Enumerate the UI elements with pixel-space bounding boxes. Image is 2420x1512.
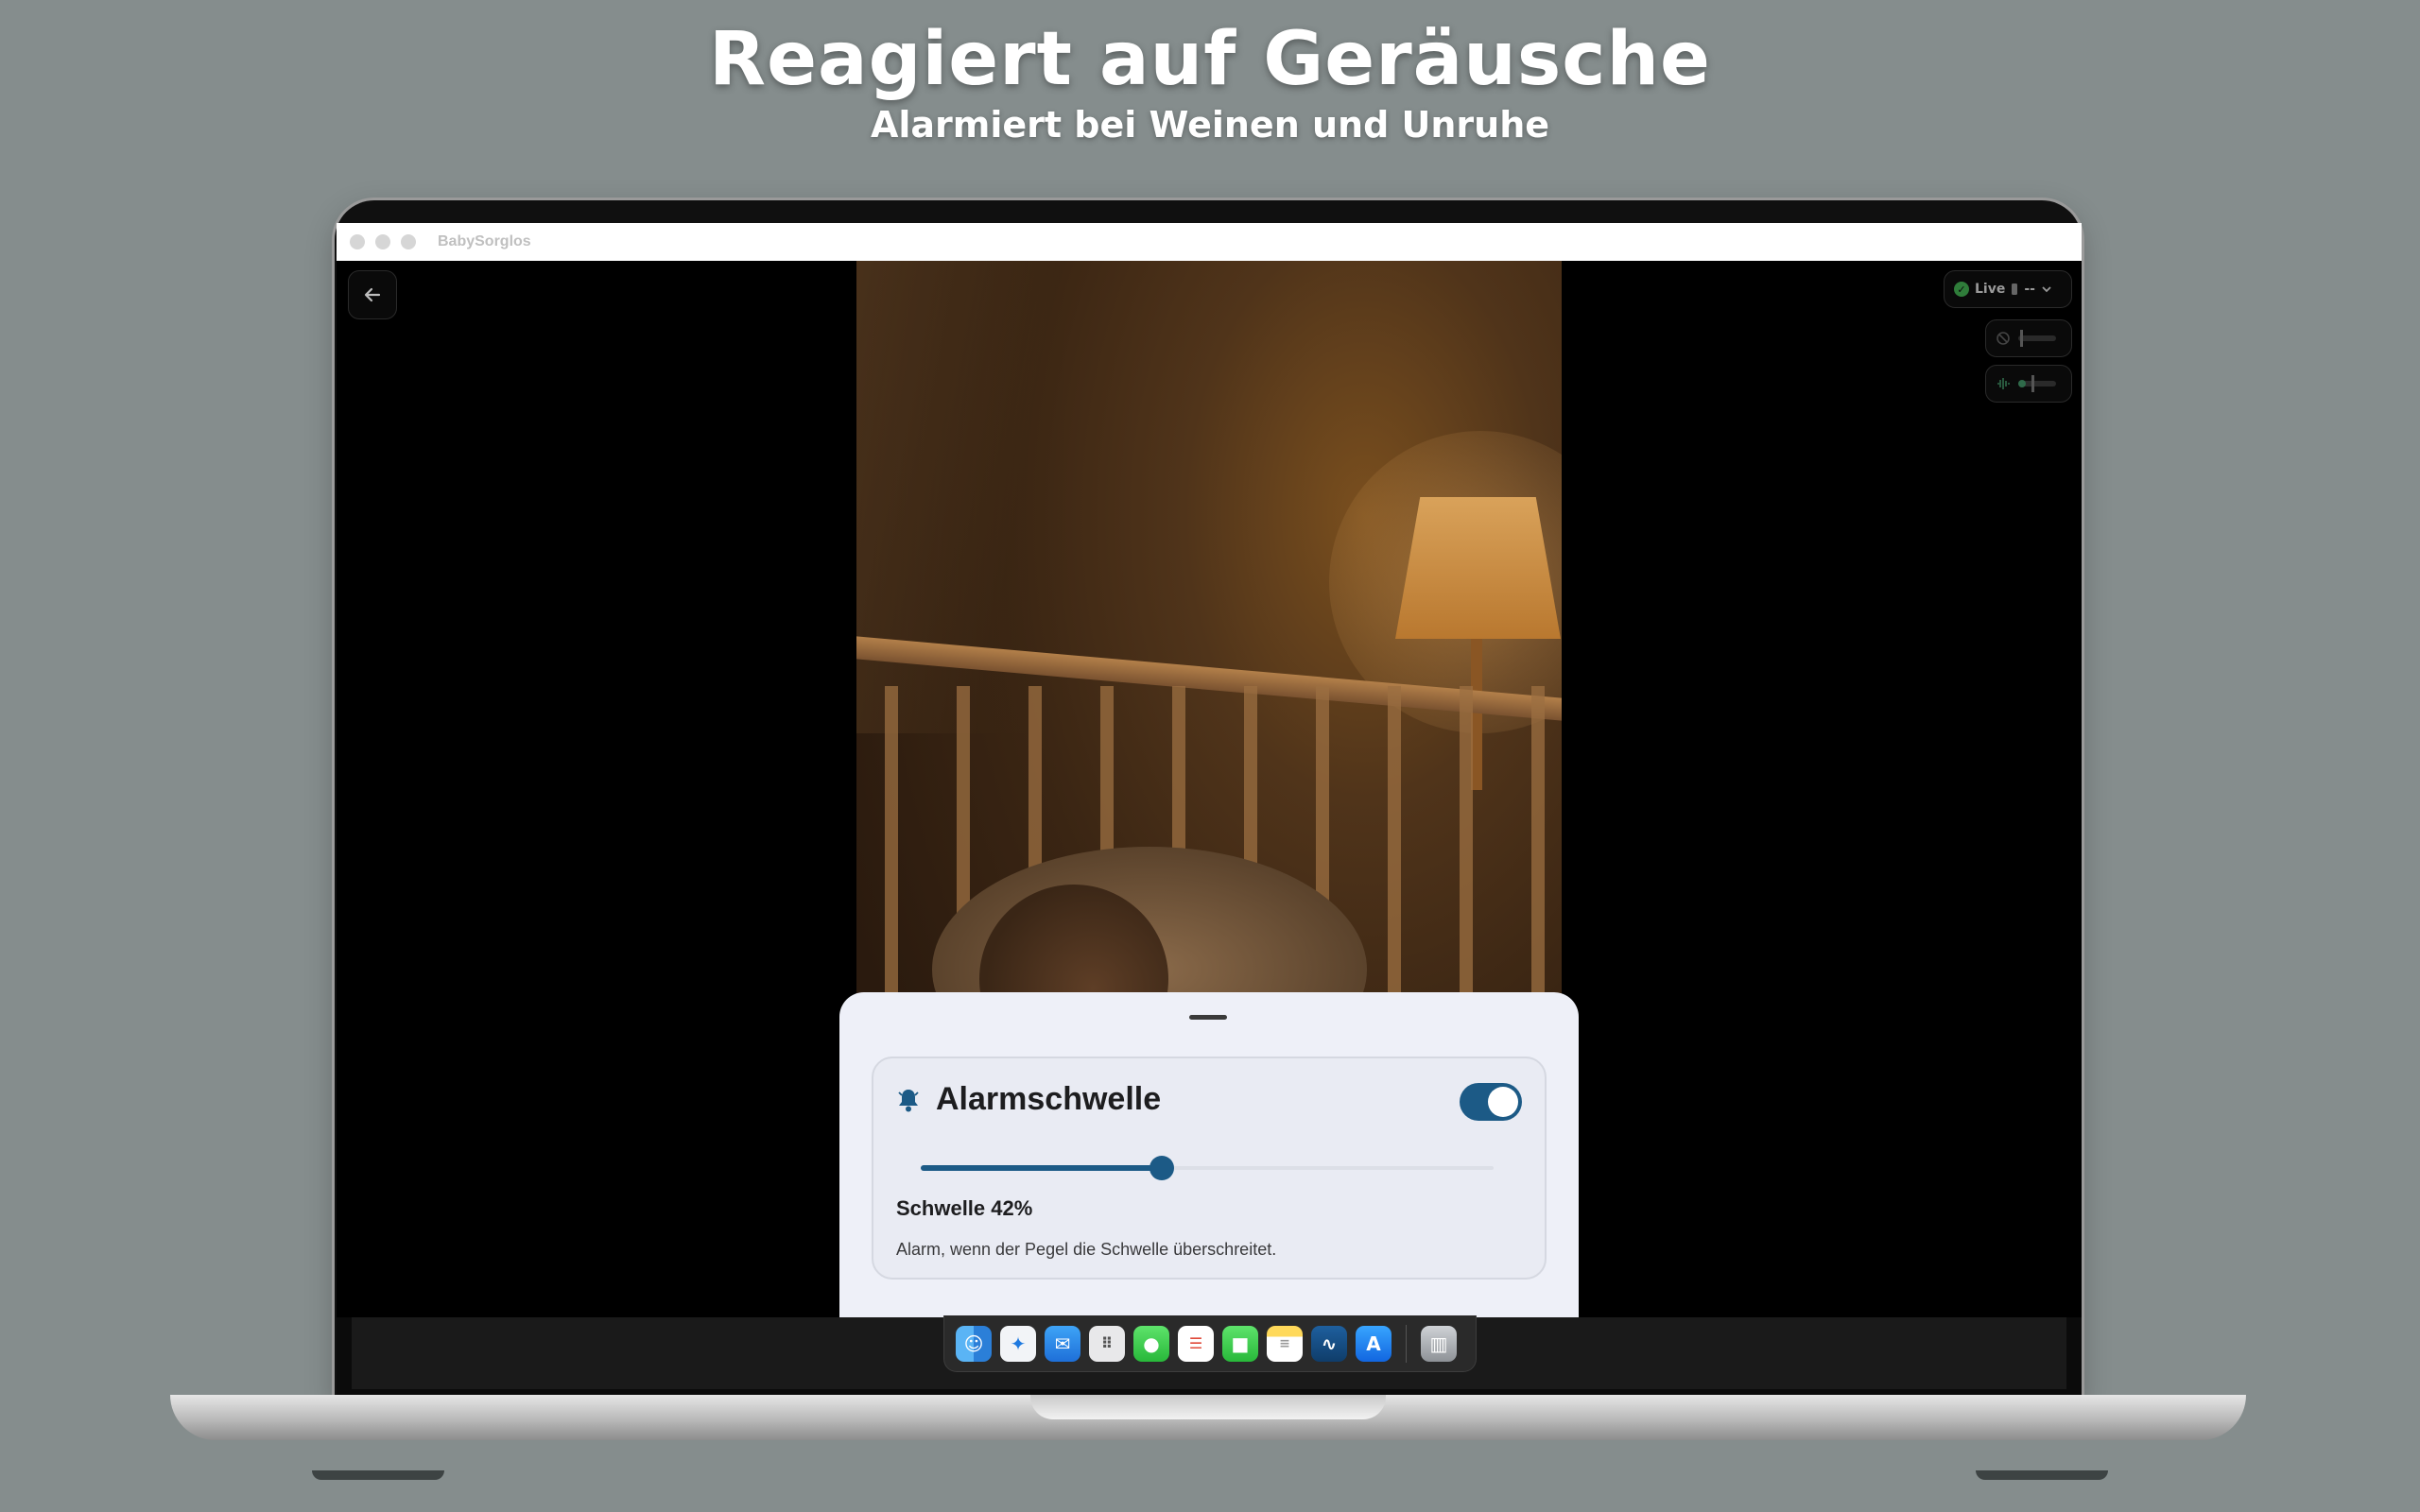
promo-subheadline: Alarmiert bei Weinen und Unruhe	[870, 104, 1550, 146]
laptop-foot-right	[1976, 1470, 2108, 1480]
sheet-grabber[interactable]	[1189, 1015, 1227, 1020]
minimize-window-button[interactable]	[375, 234, 390, 249]
notes-icon[interactable]: ≡	[1267, 1325, 1303, 1362]
threshold-slider[interactable]	[921, 1156, 1494, 1180]
alarm-bottom-sheet: Alarmschwelle Schwelle 42% Alarm, wenn d…	[839, 992, 1579, 1317]
reminders-icon[interactable]: ☰	[1178, 1325, 1214, 1362]
mute-icon	[1996, 332, 2010, 345]
alarm-threshold-card: Alarmschwelle Schwelle 42% Alarm, wenn d…	[872, 1057, 1547, 1280]
close-window-button[interactable]	[350, 234, 365, 249]
alarm-threshold-title: Alarmschwelle	[936, 1081, 1162, 1117]
promo-headline: Reagiert auf Geräusche	[709, 17, 1711, 102]
sound-level-track[interactable]	[2018, 375, 2056, 392]
threshold-value-label: Schwelle 42%	[896, 1196, 1033, 1220]
bell-icon	[898, 1090, 919, 1112]
sound-level-control[interactable]	[1985, 365, 2072, 403]
laptop-foot-left	[312, 1470, 444, 1480]
live-label: Live	[1975, 282, 2006, 297]
zoom-window-button[interactable]	[401, 234, 416, 249]
battery-icon	[2012, 284, 2018, 295]
messages-icon[interactable]: ●	[1133, 1325, 1169, 1362]
threshold-slider-thumb[interactable]	[1149, 1156, 1174, 1180]
trash-icon[interactable]: ▥	[1421, 1325, 1457, 1362]
window-title: BabySorglos	[438, 233, 531, 249]
waveform-icon	[1997, 378, 2010, 389]
signal-value: --	[2024, 282, 2035, 297]
mail-icon[interactable]: ✉	[1045, 1325, 1080, 1362]
chevron-down-icon	[2042, 286, 2051, 293]
dock-separator	[1406, 1324, 1407, 1363]
macos-dock: ☺ ✦ ✉ ⠿ ● ☰ ■ ≡ ∿ A ▥	[943, 1315, 1477, 1372]
checkmark-icon: ✓	[1954, 282, 1969, 297]
mute-level-track[interactable]	[2018, 330, 2056, 347]
threshold-slider-fill	[921, 1165, 1162, 1171]
live-status-menu[interactable]: ✓ Live --	[1944, 270, 2072, 308]
alarm-enabled-toggle[interactable]	[1460, 1083, 1522, 1121]
freeform-icon[interactable]: ∿	[1311, 1325, 1347, 1362]
arrow-left-icon	[364, 287, 381, 302]
window-titlebar: BabySorglos	[337, 223, 2082, 261]
laptop-base-notch	[1030, 1395, 1386, 1419]
safari-icon[interactable]: ✦	[1000, 1325, 1036, 1362]
lamp-shade	[1395, 497, 1561, 639]
finder-icon[interactable]: ☺	[956, 1325, 992, 1362]
laptop-screen: BabySorglos ✓ Live -- Alarmschwelle Schw…	[337, 223, 2082, 1317]
back-button[interactable]	[348, 270, 397, 319]
app-store-icon[interactable]: A	[1356, 1325, 1392, 1362]
facetime-icon[interactable]: ■	[1222, 1325, 1258, 1362]
launchpad-icon[interactable]: ⠿	[1089, 1325, 1125, 1362]
threshold-description: Alarm, wenn der Pegel die Schwelle übers…	[896, 1240, 1277, 1259]
mute-level-control[interactable]	[1985, 319, 2072, 357]
toggle-knob	[1488, 1087, 1518, 1117]
